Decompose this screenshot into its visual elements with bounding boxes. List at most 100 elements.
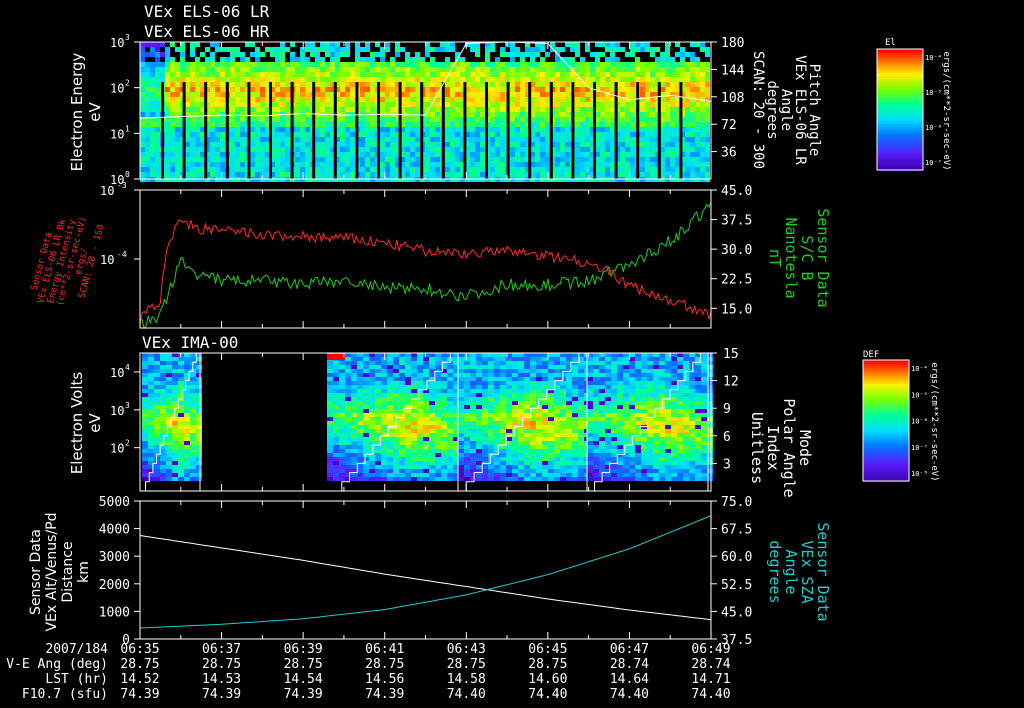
ima-cell xyxy=(154,401,160,405)
panel1-rtick-label: 144 xyxy=(721,63,745,78)
ima-cell xyxy=(345,429,351,433)
els-cell xyxy=(230,132,235,137)
ima-cell xyxy=(524,473,530,477)
ima-cell xyxy=(441,357,447,361)
els-cell xyxy=(465,67,470,72)
els-cell xyxy=(535,167,540,172)
ima-cell xyxy=(339,373,345,377)
els-cell xyxy=(610,62,615,67)
els-cell xyxy=(325,157,330,162)
els-cell xyxy=(565,117,570,122)
els-cell xyxy=(410,92,415,97)
ima-cell xyxy=(494,373,500,377)
els-cell xyxy=(565,132,570,137)
ima-cell xyxy=(160,441,166,445)
els-cell xyxy=(560,92,565,97)
ima-cell xyxy=(166,449,172,453)
ima-cell xyxy=(381,365,387,369)
ima-cell xyxy=(387,393,393,397)
els-cell xyxy=(150,147,155,152)
ima-cell xyxy=(405,477,411,481)
ima-cell xyxy=(369,425,375,429)
ima-cell xyxy=(393,369,399,373)
ima-cell xyxy=(482,373,488,377)
ima-cell xyxy=(387,397,393,401)
ima-cell xyxy=(387,477,393,481)
els-cell xyxy=(610,172,615,177)
els-cell xyxy=(320,82,325,87)
els-cell xyxy=(495,87,500,92)
ima-cell xyxy=(458,369,464,373)
els-cell xyxy=(640,107,645,112)
els-cell xyxy=(380,167,385,172)
els-cell xyxy=(360,147,365,152)
els-cell xyxy=(600,107,605,112)
ima-cell xyxy=(148,457,154,461)
els-cell xyxy=(220,102,225,107)
els-cell xyxy=(695,72,700,77)
els-cell xyxy=(190,122,195,127)
ima-cell xyxy=(578,465,584,469)
els-cell xyxy=(430,107,435,112)
ima-cell xyxy=(411,361,417,365)
els-cell xyxy=(705,157,710,162)
els-cell xyxy=(340,142,345,147)
els-cell xyxy=(605,157,610,162)
els-cell xyxy=(610,157,615,162)
els-cell xyxy=(345,52,350,57)
els-cell xyxy=(285,47,290,52)
ima-cell xyxy=(476,357,482,361)
els-cell xyxy=(410,72,415,77)
els-cell xyxy=(150,67,155,72)
ima-cell xyxy=(190,441,196,445)
els-cell xyxy=(360,67,365,72)
els-cell xyxy=(620,117,625,122)
els-cell xyxy=(365,92,370,97)
els-cell xyxy=(295,62,300,67)
els-cell xyxy=(175,77,180,82)
ima-cell xyxy=(345,353,351,357)
ima-cell xyxy=(196,449,202,453)
els-cell xyxy=(450,77,455,82)
els-cell xyxy=(520,72,525,77)
ima-cell xyxy=(369,373,375,377)
els-cell xyxy=(140,152,145,157)
els-cell xyxy=(380,152,385,157)
els-cell xyxy=(335,52,340,57)
els-cell xyxy=(350,157,355,162)
ima-cell xyxy=(554,477,560,481)
ima-cell xyxy=(548,381,554,385)
els-cell xyxy=(315,72,320,77)
els-cell xyxy=(685,82,690,87)
ima-cell xyxy=(357,381,363,385)
ima-cell xyxy=(605,429,611,433)
els-cell xyxy=(360,162,365,167)
ima-cell xyxy=(375,473,381,477)
ima-cell xyxy=(566,405,572,409)
els-cell xyxy=(365,77,370,82)
els-cell xyxy=(480,82,485,87)
els-cell xyxy=(640,47,645,52)
els-cell xyxy=(305,122,310,127)
els-cell xyxy=(320,62,325,67)
els-cell xyxy=(545,92,550,97)
els-cell xyxy=(625,72,630,77)
ima-cell xyxy=(530,461,536,465)
els-cell xyxy=(540,57,545,62)
ima-cell xyxy=(148,449,154,453)
els-cell xyxy=(380,102,385,107)
els-cell xyxy=(630,82,635,87)
els-cell xyxy=(255,127,260,132)
ima-cell xyxy=(387,401,393,405)
els-cell xyxy=(190,162,195,167)
ima-cell xyxy=(429,393,435,397)
ima-cell xyxy=(375,465,381,469)
ima-cell xyxy=(184,453,190,457)
els-cell xyxy=(485,52,490,57)
ima-cell xyxy=(166,409,172,413)
els-cell xyxy=(370,57,375,62)
els-cell xyxy=(560,72,565,77)
ima-cell xyxy=(417,353,423,357)
ima-cell xyxy=(339,445,345,449)
els-cell xyxy=(495,122,500,127)
